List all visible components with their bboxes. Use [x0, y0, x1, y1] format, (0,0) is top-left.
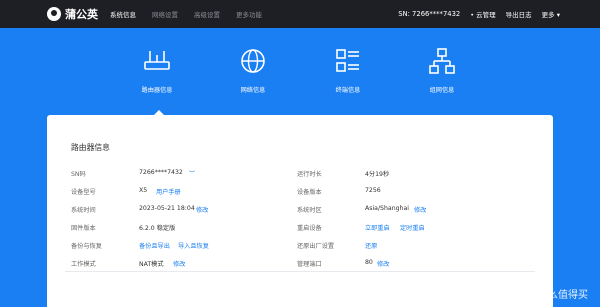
card-title: 路由器信息 [71, 143, 110, 152]
timezone-value: Asia/Shanghai [365, 205, 409, 212]
edit-mode-link[interactable]: 修改 [173, 259, 185, 268]
row-key: 重启设备 [297, 225, 322, 232]
tab-router-info[interactable]: 路由器信息 [117, 46, 197, 94]
row-model: 设备型号 X5 用户手册 [71, 187, 291, 197]
row-sn: SN码 7266****7432 ︶ [71, 169, 291, 179]
more-menu[interactable]: 更多 ▾ [542, 9, 560, 19]
row-key: SN码 [71, 171, 86, 178]
row-reboot: 重启设备 立即重启 定时重启 [297, 223, 527, 233]
row-key: 还原出厂设置 [297, 243, 335, 250]
edit-port-link[interactable]: 修改 [377, 259, 389, 268]
row-key: 设备版本 [297, 189, 322, 196]
brand-logo[interactable]: 蒲公英 [47, 6, 98, 22]
reboot-now-link[interactable]: 立即重启 [365, 223, 390, 232]
main-nav: 系统信息 网络设置 高级设置 更多功能 [110, 0, 278, 28]
row-uptime: 运行时长 4分19秒 [297, 169, 527, 179]
scheduled-reboot-link[interactable]: 定时重启 [400, 223, 425, 232]
restore-link[interactable]: 还原 [365, 241, 377, 250]
row-admin-port: 管理端口 80 修改 [297, 259, 527, 269]
row-firmware: 固件版本 6.2.0 稳定版 [71, 223, 291, 233]
row-key: 备份与恢复 [71, 243, 102, 250]
user-manual-link[interactable]: 用户手册 [156, 187, 181, 196]
network-icon [429, 48, 455, 74]
nav-advanced-settings[interactable]: 高级设置 [194, 9, 220, 19]
row-key: 工作模式 [71, 261, 96, 268]
list-icon [336, 49, 359, 72]
row-key: 运行时长 [297, 171, 322, 178]
row-factory-reset: 还原出厂设置 还原 [297, 241, 527, 251]
row-key: 设备型号 [71, 189, 96, 196]
export-logs-link[interactable]: 导出日志 [506, 9, 532, 19]
nav-more-features[interactable]: 更多功能 [236, 9, 262, 19]
edit-timezone-link[interactable]: 修改 [414, 205, 426, 214]
tab-network-info[interactable]: 网络信息 [213, 46, 293, 94]
globe-icon [241, 49, 265, 73]
tab-group-network-info-label: 组网信息 [429, 87, 455, 94]
system-time-value: 2023-05-21 18:04 [139, 205, 195, 212]
tab-terminal-info[interactable]: 终端信息 [308, 46, 388, 94]
import-restore-link[interactable]: 导入且恢复 [178, 241, 209, 250]
watermark: 值 什么值得买 [524, 290, 588, 301]
model-value: X5 [139, 187, 148, 194]
uptime-value: 4分19秒 [365, 171, 390, 178]
backup-export-link[interactable]: 备份且导出 [139, 241, 170, 250]
sn-value: 7266****7432 [139, 169, 183, 176]
top-right-actions: SN: 7266****7432 • 云管理 导出日志 更多 ▾ [388, 0, 560, 28]
device-version-value: 7256 [365, 187, 381, 194]
edit-time-link[interactable]: 修改 [196, 205, 208, 214]
row-backup-restore: 备份与恢复 备份且导出 导入且恢复 [71, 241, 291, 251]
device-sn: SN: 7266****7432 [398, 10, 461, 18]
dandelion-logo-icon [47, 7, 61, 21]
row-system-time: 系统时间 2023-05-21 18:04 修改 [71, 205, 291, 215]
row-work-mode: 工作模式 NAT模式 修改 [71, 259, 291, 269]
row-device-version: 设备版本 7256 [297, 187, 527, 197]
tab-router-info-label: 路由器信息 [141, 87, 173, 94]
nav-network-settings[interactable]: 网络设置 [152, 9, 178, 19]
admin-port-value: 80 [365, 259, 373, 266]
brand-name: 蒲公英 [65, 8, 98, 21]
row-key: 系统时间 [71, 207, 96, 214]
show-sn-toggle[interactable]: ︶ [189, 169, 195, 178]
row-key: 系统时区 [297, 207, 322, 214]
info-tabs: 路由器信息 网络信息 终端信息 组网信息 [0, 46, 600, 106]
work-mode-value: NAT模式 [139, 261, 164, 268]
firmware-value: 6.2.0 稳定版 [139, 225, 176, 232]
router-info-card: 路由器信息 SN码 7266****7432 ︶ 设备型号 X5 用户手册 系统… [47, 115, 553, 307]
row-key: 管理端口 [297, 261, 322, 268]
row-timezone: 系统时区 Asia/Shanghai 修改 [297, 205, 527, 215]
router-icon [144, 51, 170, 70]
nav-system-info[interactable]: 系统信息 [110, 9, 136, 19]
tab-terminal-info-label: 终端信息 [335, 87, 361, 94]
top-navigation-bar: 蒲公英 系统信息 网络设置 高级设置 更多功能 SN: 7266****7432… [0, 0, 600, 28]
cloud-manage-link[interactable]: • 云管理 [470, 9, 495, 19]
tab-network-info-label: 网络信息 [240, 87, 266, 94]
card-divider [65, 271, 535, 272]
row-key: 固件版本 [71, 225, 96, 232]
tab-group-network-info[interactable]: 组网信息 [402, 46, 482, 94]
